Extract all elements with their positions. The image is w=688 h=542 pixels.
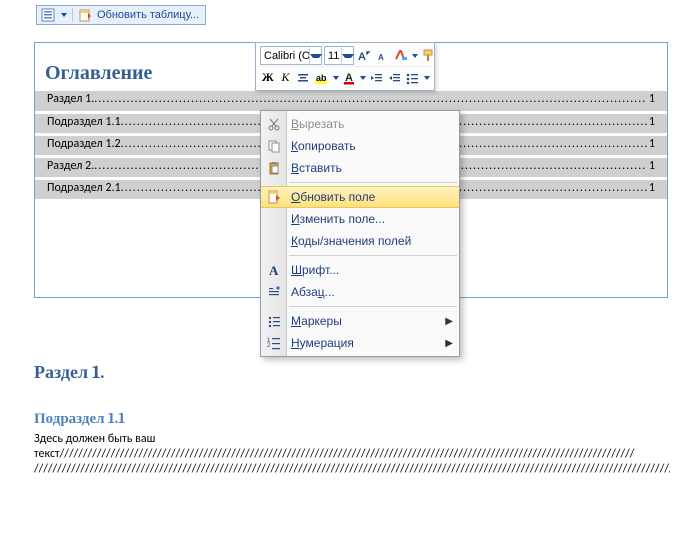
toc-leader: ........................................…: [94, 92, 647, 106]
mini-toolbar: Calibri (Осн 11 A A Ж К ab A: [255, 42, 435, 91]
copy-icon: [266, 138, 282, 154]
context-menu-item-label: Абзац...: [291, 285, 335, 299]
context-menu-paste[interactable]: Вставить: [261, 157, 459, 179]
font-name-dropdown[interactable]: [309, 47, 321, 64]
increase-indent-button[interactable]: [386, 68, 402, 87]
bullets-icon: [266, 313, 282, 329]
font-size-value: 11: [325, 50, 341, 62]
context-menu-item-label: Шрифт...: [291, 263, 339, 277]
grow-font-button[interactable]: A: [356, 46, 372, 65]
svg-text:A: A: [269, 263, 279, 277]
context-menu-codes[interactable]: Коды/значения полей: [261, 230, 459, 252]
separator: [72, 8, 73, 22]
toc-row-page: 1: [647, 92, 655, 106]
context-menu-item-label: Изменить поле...: [291, 212, 385, 226]
styles-button[interactable]: [392, 46, 409, 65]
body-paragraph: Здесь должен быть ваш текст/////////////…: [34, 432, 670, 477]
font-name-combo[interactable]: Calibri (Осн: [260, 46, 322, 65]
submenu-arrow-icon: ▶: [445, 316, 453, 327]
svg-text:A: A: [378, 53, 384, 62]
body-filler-1: текст///////////////////////////////////…: [34, 447, 634, 461]
scissors-icon: [266, 116, 282, 132]
context-menu-bullets[interactable]: Маркеры ▶: [261, 310, 459, 332]
decrease-indent-button[interactable]: [368, 68, 384, 87]
italic-button[interactable]: К: [278, 68, 294, 87]
bullets-button[interactable]: [404, 68, 420, 87]
context-menu-edit-field[interactable]: Изменить поле...: [261, 208, 459, 230]
toc-smarttag-dropdown[interactable]: [61, 13, 67, 17]
toc-row-title: Раздел 1.: [47, 92, 94, 106]
context-menu-numbers[interactable]: 12 Нумерация ▶: [261, 332, 459, 354]
svg-text:A: A: [358, 51, 366, 63]
toc-row-page: 1: [647, 159, 655, 173]
update-table-icon[interactable]: [78, 8, 92, 22]
bullets-dropdown[interactable]: [422, 68, 430, 87]
letter-a-icon: A: [266, 262, 282, 278]
document-body: Раздел 1. Подраздел 1.1 Здесь должен быт…: [34, 362, 670, 477]
body-filler-2: ////////////////////////////////////////…: [34, 462, 670, 476]
heading-2: Подраздел 1.1: [34, 409, 670, 428]
bold-button[interactable]: Ж: [260, 68, 276, 87]
toc-row-title: Раздел 2.: [47, 159, 94, 173]
paragraph-icon: [266, 284, 282, 300]
context-menu-update[interactable]: Обновить поле: [261, 186, 459, 208]
toc-row-title: Подраздел 1.1: [47, 115, 121, 129]
highlight-dropdown[interactable]: [331, 68, 339, 87]
font-color-button[interactable]: A: [341, 68, 357, 87]
svg-text:ab: ab: [316, 73, 327, 83]
shrink-font-button[interactable]: A: [374, 46, 390, 65]
paste-icon: [266, 160, 282, 176]
context-menu-item-label: Копировать: [291, 139, 356, 153]
align-center-button[interactable]: [295, 68, 311, 87]
context-menu-item-label: Коды/значения полей: [291, 234, 411, 248]
toc-row-page: 1: [647, 137, 655, 151]
context-menu-cut: Вырезать: [261, 113, 459, 135]
context-menu-item-label: Маркеры: [291, 314, 342, 328]
context-menu-item-label: Нумерация: [291, 336, 354, 350]
font-size-dropdown[interactable]: [341, 47, 353, 64]
toc-smarttag-icon[interactable]: [41, 8, 55, 22]
update-page-icon: [266, 189, 282, 205]
heading-1: Раздел 1.: [34, 362, 670, 383]
highlight-button[interactable]: ab: [313, 68, 329, 87]
toc-row-title: Подраздел 1.2: [47, 137, 121, 151]
font-size-combo[interactable]: 11: [324, 46, 354, 65]
format-painter-button[interactable]: [420, 46, 436, 65]
font-color-dropdown[interactable]: [359, 68, 367, 87]
submenu-arrow-icon: ▶: [445, 338, 453, 349]
numbers-icon: 12: [266, 335, 282, 351]
update-table-link[interactable]: Обновить таблицу...: [97, 9, 199, 21]
context-menu-separator: [289, 306, 457, 307]
svg-text:2: 2: [267, 343, 271, 349]
context-menu-font[interactable]: A Шрифт...: [261, 259, 459, 281]
font-name-value: Calibri (Осн: [261, 50, 309, 62]
context-menu: Вырезать Копировать Вставить Обновить поле И…: [260, 110, 460, 357]
toc-smarttag: Обновить таблицу...: [36, 5, 206, 25]
toc-row-page: 1: [647, 181, 655, 195]
context-menu-copy[interactable]: Копировать: [261, 135, 459, 157]
context-menu-item-label: Вставить: [291, 161, 342, 175]
toc-row-title: Подраздел 2.1: [47, 181, 121, 195]
styles-dropdown[interactable]: [411, 46, 418, 65]
toc-row-page: 1: [647, 115, 655, 129]
body-intro-text: Здесь должен быть ваш: [34, 432, 155, 446]
context-menu-para[interactable]: Абзац...: [261, 281, 459, 303]
context-menu-separator: [289, 255, 457, 256]
toc-row[interactable]: Раздел 1................................…: [35, 91, 667, 111]
context-menu-item-label: Обновить поле: [291, 190, 375, 204]
context-menu-separator: [289, 182, 457, 183]
context-menu-item-label: Вырезать: [291, 117, 344, 131]
